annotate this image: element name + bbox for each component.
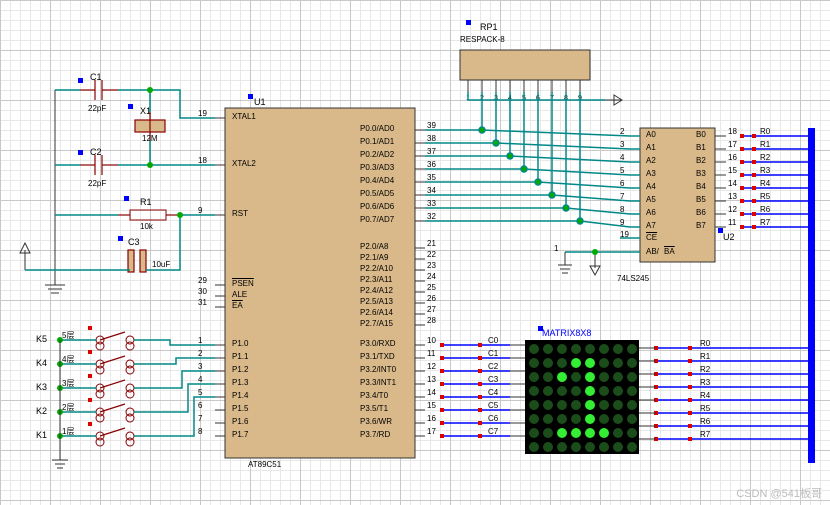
schematic-canvas[interactable]: 123456789 <box>0 0 830 505</box>
c2-val: 22pF <box>88 179 106 188</box>
matrix-ref[interactable]: MATRIX8X8 <box>542 328 591 338</box>
rp1-part: RESPACK-8 <box>460 35 505 44</box>
x1-ref[interactable]: X1 <box>140 106 151 116</box>
r1-val: 10k <box>140 222 153 231</box>
vcc-arrow <box>20 243 30 270</box>
u1-ref[interactable]: U1 <box>254 97 266 107</box>
c3-ref[interactable]: C3 <box>128 237 140 247</box>
c3-val: 10uF <box>152 260 170 269</box>
bus-bar <box>808 128 815 463</box>
u2-part: 74LS245 <box>617 274 649 283</box>
capacitor-c1[interactable] <box>80 80 118 100</box>
watermark: CSDN @541板哥 <box>736 485 822 501</box>
r1-ref[interactable]: R1 <box>140 197 152 207</box>
led-matrix[interactable] <box>525 340 639 454</box>
x1-val: 12M <box>142 134 158 143</box>
gnd-left <box>45 90 65 293</box>
rp1-ref[interactable]: RP1 <box>480 22 498 32</box>
capacitor-c3[interactable] <box>128 250 146 272</box>
resistor-pack-rp1[interactable] <box>460 50 590 80</box>
c1-ref[interactable]: C1 <box>90 72 102 82</box>
c2-ref[interactable]: C2 <box>90 147 102 157</box>
c1-val: 22pF <box>88 104 106 113</box>
u2-ref[interactable]: U2 <box>723 232 735 242</box>
u1-part: AT89C51 <box>248 460 281 469</box>
resistor-r1[interactable] <box>118 210 178 220</box>
capacitor-c2[interactable] <box>80 155 118 175</box>
